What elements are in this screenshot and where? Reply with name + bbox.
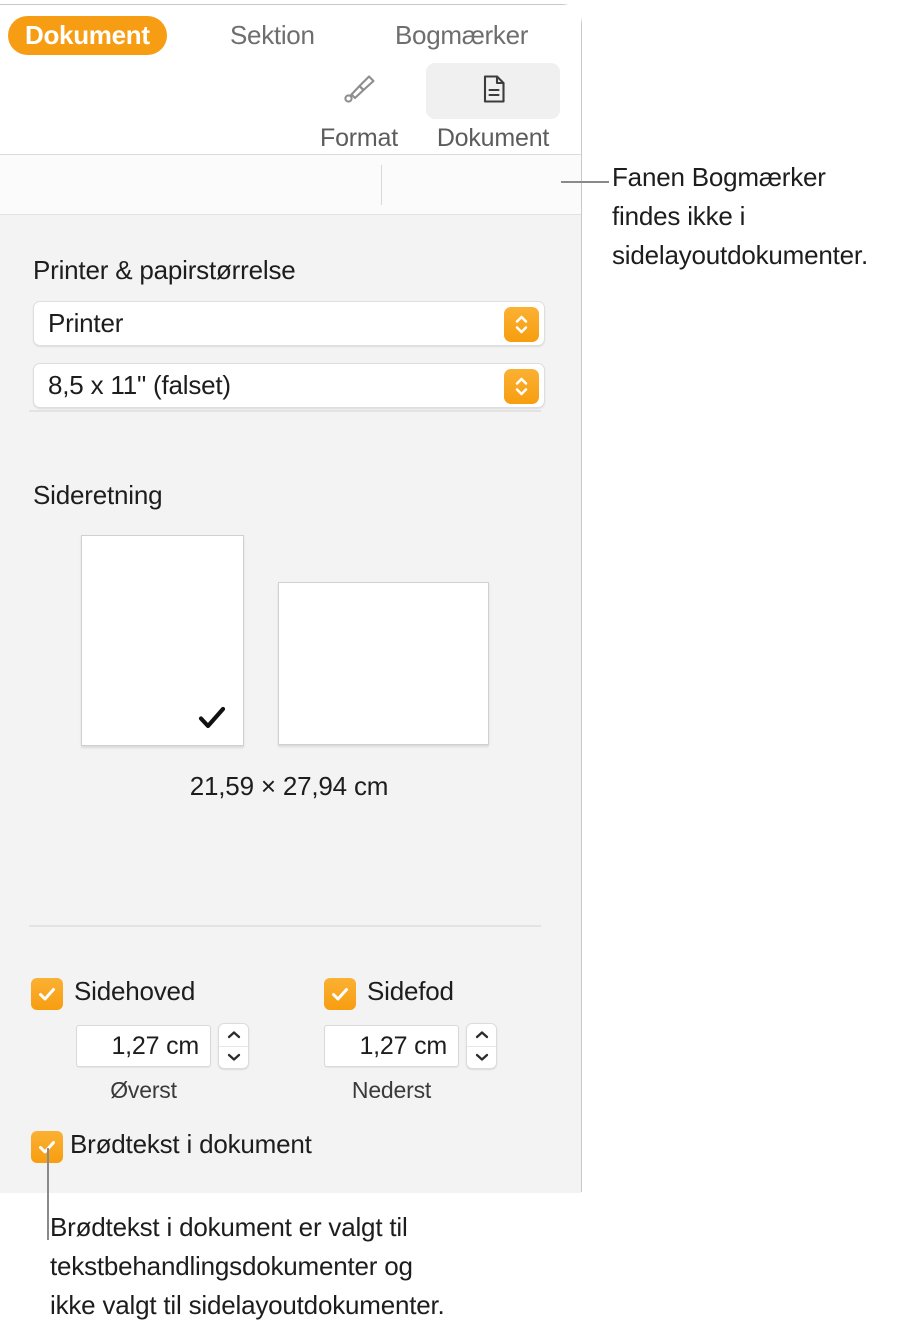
label-brodtekst-i-dokument: Brødtekst i dokument [70,1129,312,1159]
document-icon [474,70,512,113]
stepper-down-icon[interactable] [467,1047,496,1069]
callout-text-brodtekst: Brødtekst i dokument er valgt til tekstb… [50,1212,445,1320]
checkmark-icon [39,988,55,1001]
paper-dimensions-label: 21,59 × 27,94 cm [189,771,389,801]
label-sidehoved: Sidehoved [74,976,196,1006]
callout-leader-line-top [561,181,609,184]
inspector-screenshot: Format Dokument Dokument Sektion Bogmærk… [0,0,918,1327]
footer-margin-input[interactable]: 1,27 cm [324,1025,459,1067]
checkbox-sidehoved[interactable] [31,978,63,1010]
toolbar-label-dokument: Dokument [436,124,550,152]
sublabel-nederst: Nederst [351,1077,432,1103]
up-down-chevrons-icon [504,369,539,404]
section-divider [29,410,541,412]
dokument-pill [426,63,560,119]
callout-text-bogmaerker: Fanen Bogmærker findes ikke i sidelayout… [612,162,868,270]
tab-dokument[interactable]: Dokument [8,16,167,55]
section-title-orientation: Sideretning [33,480,163,510]
tab-separator [381,165,383,205]
orientation-option-landscape[interactable] [278,582,489,745]
label-sidefod: Sidefod [367,976,454,1006]
tab-bogmaerker[interactable]: Bogmærker [395,16,528,55]
paper-size-popup-value: 8,5 x 11" (falset) [48,370,231,400]
stepper-up-icon[interactable] [219,1024,248,1047]
toolbar-button-dokument[interactable]: Dokument [426,63,560,153]
printer-popup-button[interactable]: Printer [33,301,545,346]
checkbox-sidefod[interactable] [324,978,356,1010]
paintbrush-icon [339,69,379,114]
up-down-chevrons-icon [504,307,539,342]
paper-size-popup-button[interactable]: 8,5 x 11" (falset) [33,363,545,408]
inspector-tabbar [0,155,581,215]
tab-sektion[interactable]: Sektion [230,16,315,55]
stepper-down-icon[interactable] [219,1047,248,1069]
inspector-body: Printer & papirstørrelse Printer 8,5 x 1… [0,215,581,1193]
orientation-option-portrait[interactable] [81,535,244,746]
header-margin-input[interactable]: 1,27 cm [76,1025,211,1067]
printer-popup-value: Printer [48,308,124,338]
header-margin-stepper[interactable] [218,1023,249,1069]
format-inspector-panel: Format Dokument Dokument Sektion Bogmærk… [0,4,582,1193]
section-divider [29,925,541,927]
toolbar-button-format[interactable]: Format [292,63,426,153]
checkmark-icon [332,988,348,1001]
sublabel-overst: Øverst [110,1077,177,1103]
format-pill [292,63,426,119]
checkmark-icon [195,701,229,735]
stepper-up-icon[interactable] [467,1024,496,1047]
section-title-printer: Printer & papirstørrelse [33,255,296,285]
toolbar-label-format: Format [320,124,398,152]
footer-margin-stepper[interactable] [466,1023,497,1069]
